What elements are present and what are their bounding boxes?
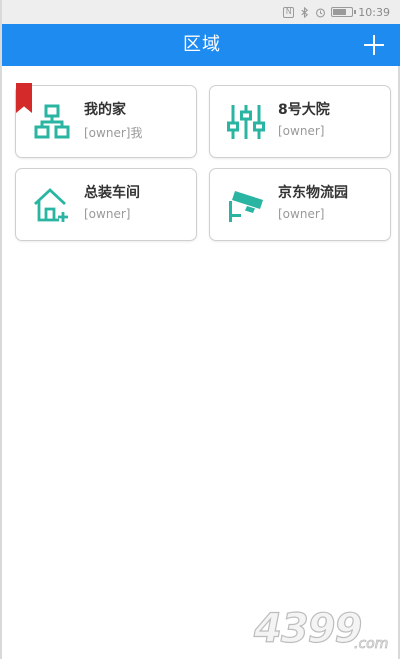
app-bar: 区域 (2, 24, 400, 66)
bluetooth-icon (301, 6, 309, 18)
area-grid: 我的家 [owner]我 8号大院 [owner] 总装车间 [owner] 京… (15, 83, 392, 241)
area-owner: [owner]我 (84, 126, 143, 140)
area-owner: [owner] (84, 207, 131, 221)
app-frame: N 10:39 区域 我的家 [owner]我 8号大院 [owner] 总装车… (0, 0, 400, 659)
area-name: 京东物流园 (278, 185, 348, 201)
area-card-my-home[interactable]: 我的家 [owner]我 (15, 83, 197, 158)
bookmark-icon (16, 83, 32, 113)
add-area-button[interactable] (362, 33, 386, 57)
battery-icon (331, 7, 357, 17)
network-icon (34, 104, 70, 139)
watermark-domain: .com (354, 636, 388, 652)
alarm-icon (316, 7, 326, 17)
area-owner: [owner] (278, 124, 325, 138)
status-bar: N 10:39 (2, 0, 400, 24)
area-card-jd-logistics-park[interactable]: 京东物流园 [owner] (209, 168, 391, 241)
watermark-brand: 4399 (253, 606, 361, 652)
status-time: 10:39 (358, 5, 390, 19)
area-owner: [owner] (278, 207, 325, 221)
area-name: 我的家 (84, 102, 126, 118)
house-plus-icon (34, 188, 68, 222)
watermark-logo: 4399 .com (252, 605, 388, 652)
area-card-assembly-workshop[interactable]: 总装车间 [owner] (15, 168, 197, 241)
area-name: 8号大院 (278, 102, 330, 118)
sliders-icon (227, 105, 265, 139)
camera-icon (229, 191, 263, 222)
area-card-compound-8[interactable]: 8号大院 [owner] (209, 85, 391, 158)
nfc-icon: N (283, 6, 295, 18)
area-name: 总装车间 (84, 185, 140, 201)
page-title: 区域 (183, 34, 221, 55)
